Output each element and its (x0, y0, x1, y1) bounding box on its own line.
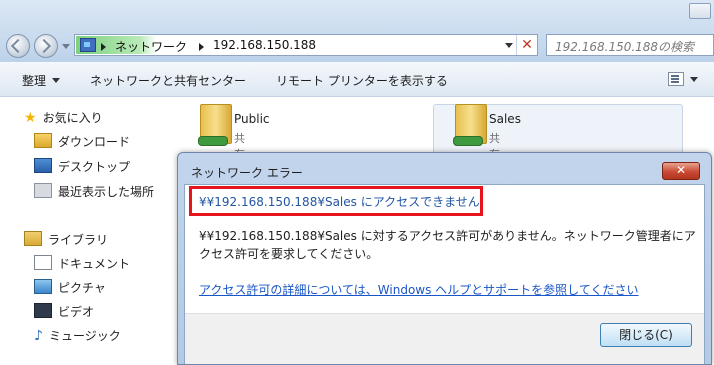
nav-item-recent[interactable]: 最近表示した場所 (34, 183, 154, 200)
search-input[interactable]: 192.168.150.188の検索 (546, 34, 714, 56)
network-icon (80, 38, 96, 52)
help-link[interactable]: アクセス許可の詳細については、Windows ヘルプとサポートを参照してください (199, 281, 638, 298)
picture-icon (34, 279, 52, 294)
star-icon: ★ (24, 110, 37, 126)
breadcrumb-network[interactable]: ネットワーク (115, 38, 187, 55)
dialog-title: ネットワーク エラー (191, 166, 303, 180)
nav-item-label: ダウンロード (58, 135, 131, 149)
share-name: Public (234, 112, 270, 126)
breadcrumb-arrow-icon[interactable] (101, 43, 106, 51)
nav-item-label: ミュージック (48, 329, 121, 343)
nav-libraries[interactable]: ライブラリ (24, 231, 108, 248)
nav-item-label: デスクトップ (58, 160, 131, 174)
nav-item-music[interactable]: ♪ ミュージック (34, 327, 121, 344)
nav-item-label: ドキュメント (58, 257, 131, 271)
address-bar[interactable]: ネットワーク 192.168.150.188 ✕ (74, 34, 538, 56)
nav-item-pictures[interactable]: ピクチャ (34, 279, 106, 296)
minimize-button[interactable] (689, 3, 711, 19)
nav-item-desktop[interactable]: デスクトップ (34, 158, 130, 175)
error-message: ¥¥192.168.150.188¥Sales に対するアクセス許可がありません… (199, 229, 696, 261)
music-icon: ♪ (34, 328, 43, 344)
error-heading: ¥¥192.168.150.188¥Sales にアクセスできません (199, 195, 480, 209)
nav-libraries-label: ライブラリ (48, 233, 109, 247)
command-bar: 整理 ネットワークと共有センター リモート プリンターを表示する (0, 62, 714, 97)
breadcrumb-arrow-icon[interactable] (199, 43, 204, 51)
library-icon (24, 231, 42, 246)
nav-item-videos[interactable]: ビデオ (34, 303, 94, 320)
nav-favorites-label: お気に入り (42, 111, 103, 125)
share-name: Sales (489, 112, 521, 126)
breadcrumb-host[interactable]: 192.168.150.188 (213, 38, 316, 52)
nav-item-label: 最近表示した場所 (58, 185, 155, 199)
nav-favorites[interactable]: ★ お気に入り (24, 109, 103, 126)
remote-printers-button[interactable]: リモート プリンターを表示する (276, 72, 448, 89)
forward-button[interactable] (34, 34, 58, 58)
view-options-icon[interactable] (668, 72, 684, 86)
download-folder-icon (34, 133, 52, 148)
chevron-down-icon[interactable] (690, 77, 698, 82)
organize-label: 整理 (22, 74, 47, 88)
back-button[interactable] (6, 34, 30, 58)
share-overlay-icon (198, 136, 228, 146)
window-titlebar: ネットワーク 192.168.150.188 ✕ 192.168.150.188… (0, 0, 714, 62)
desktop-icon (34, 158, 52, 173)
recent-pages-dropdown[interactable] (62, 44, 70, 49)
network-center-button[interactable]: ネットワークと共有センター (90, 72, 246, 89)
dialog-close-button[interactable]: ✕ (662, 162, 700, 180)
recent-places-icon (34, 183, 52, 198)
nav-item-label: ビデオ (58, 305, 95, 319)
stop-icon[interactable]: ✕ (516, 35, 537, 55)
share-overlay-icon (453, 136, 483, 146)
navigation-pane: ★ お気に入り ダウンロード デスクトップ 最近表示した場所 ライブラリ ドキュメ… (0, 97, 178, 363)
nav-item-label: ピクチャ (58, 281, 106, 295)
organize-button[interactable]: 整理 (22, 72, 61, 89)
dialog-footer: 閉じる(C) (185, 313, 704, 364)
dialog-body: ¥¥192.168.150.188¥Sales にアクセスできません ¥¥192… (184, 184, 705, 364)
video-icon (34, 303, 52, 318)
network-error-dialog: ネットワーク エラー ✕ ¥¥192.168.150.188¥Sales にアク… (177, 152, 712, 365)
close-button[interactable]: 閉じる(C) (600, 323, 692, 347)
address-history-dropdown[interactable] (505, 43, 513, 48)
chevron-down-icon (52, 78, 61, 83)
nav-item-documents[interactable]: ドキュメント (34, 255, 130, 272)
nav-item-downloads[interactable]: ダウンロード (34, 133, 130, 150)
document-icon (34, 255, 52, 270)
